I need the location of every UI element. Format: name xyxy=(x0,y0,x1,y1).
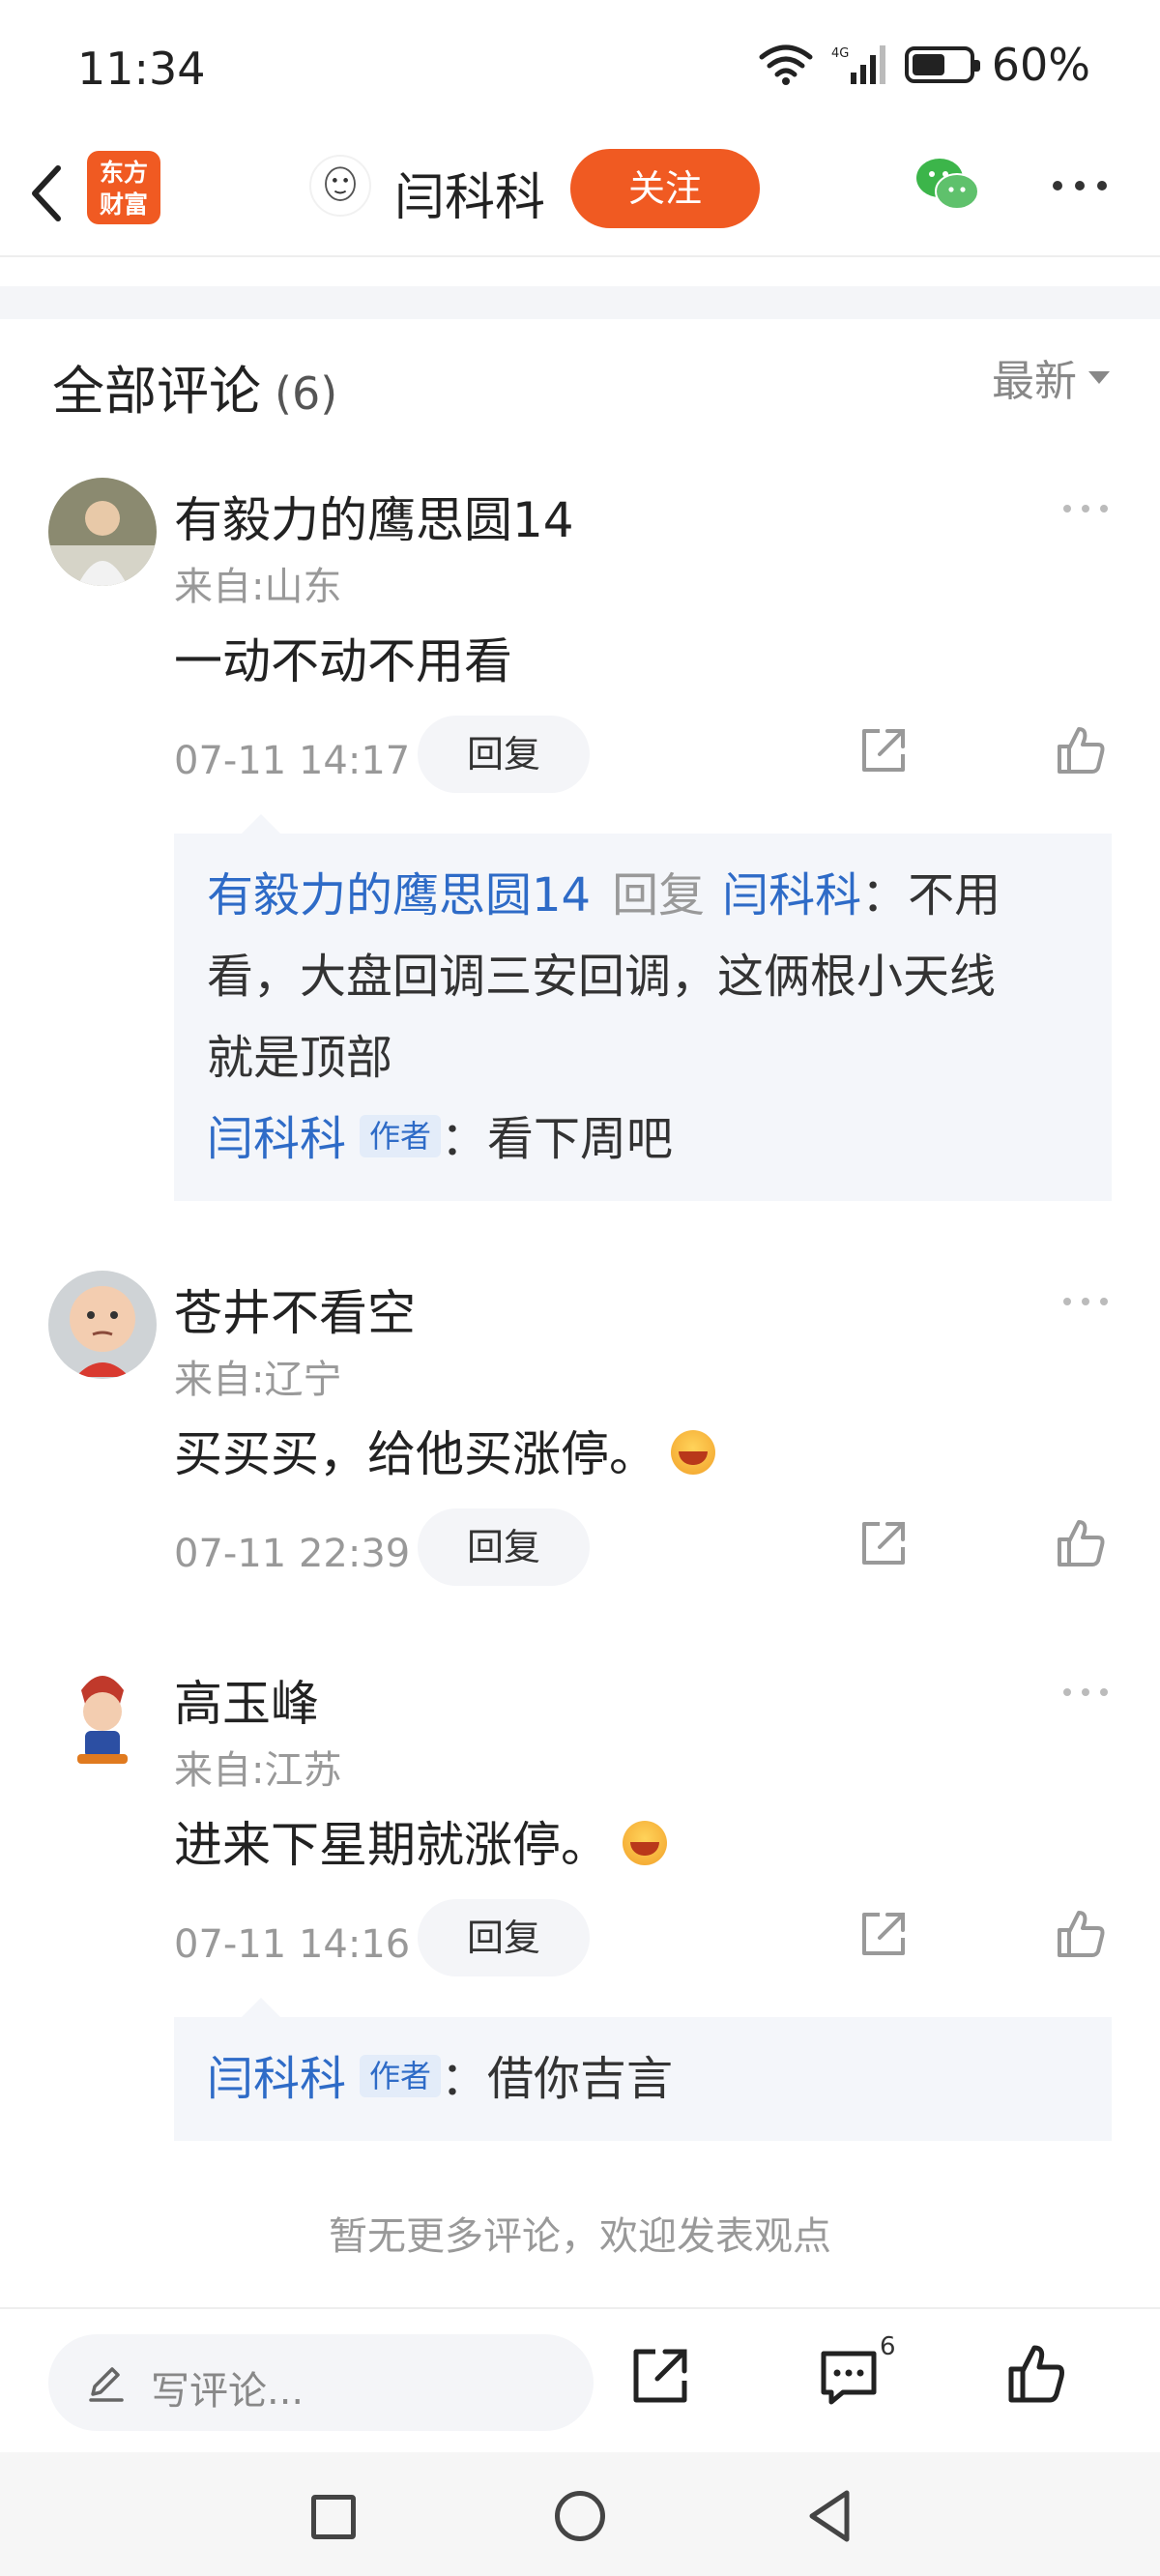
comment-item: 高玉峰 来自:江苏 进来下星期就涨停。 07-11 14:16 回复 闫科科 作者… xyxy=(0,1661,1160,2145)
comment-input[interactable]: 写评论... xyxy=(48,2334,594,2431)
reply-text: ：借你吉言 xyxy=(441,2052,674,2106)
thumbs-up-icon[interactable] xyxy=(1054,1516,1108,1570)
battery-icon xyxy=(904,46,980,83)
reply-text-continued: 就是顶部 xyxy=(207,1031,393,1085)
reply-username[interactable]: 闫科科 xyxy=(207,1112,346,1166)
comments-header: 全部评论 (6) 最新 xyxy=(0,319,1160,445)
wechat-share-icon[interactable] xyxy=(913,153,982,217)
comment-bubble-icon[interactable] xyxy=(818,2348,880,2408)
comment-text: 买买买，给他买涨停。 xyxy=(174,1416,715,1485)
reply-item[interactable]: 闫科科 作者 ：看下周吧 xyxy=(207,1098,1079,1180)
share-icon[interactable] xyxy=(858,1518,909,1568)
comment-time: 07-11 22:39 xyxy=(174,1532,411,1576)
status-bar: 11:34 4G 60% xyxy=(0,0,1160,135)
author-badge: 作者 xyxy=(360,1115,442,1157)
system-back-icon[interactable] xyxy=(802,2487,856,2545)
user-avatar[interactable] xyxy=(48,1661,157,1770)
comment-input-placeholder: 写评论... xyxy=(151,2369,304,2414)
comment-text: 进来下星期就涨停。 xyxy=(174,1806,667,1876)
more-options-icon[interactable] xyxy=(1048,164,1112,207)
comment-text: 一动不动不用看 xyxy=(174,633,512,689)
author-badge: 作者 xyxy=(360,2055,442,2097)
battery-fill xyxy=(912,54,945,75)
bottom-action-bar: 写评论... 6 xyxy=(0,2307,1160,2452)
app-logo-line1: 东方 xyxy=(99,159,148,187)
comment-location: 来自:山东 xyxy=(174,565,342,609)
reply-username[interactable]: 闫科科 xyxy=(207,2052,346,2106)
follow-button[interactable]: 关注 xyxy=(570,149,760,228)
comment-username[interactable]: 有毅力的鹰思圆14 xyxy=(174,482,574,551)
comments-title: 全部评论 (6) xyxy=(52,348,337,424)
cellular-signal-icon: 4G xyxy=(831,45,885,84)
reply-text: ：看下周吧 xyxy=(441,1112,674,1166)
comment-location: 来自:辽宁 xyxy=(174,1358,342,1402)
status-time: 11:34 xyxy=(77,43,206,95)
author-avatar[interactable] xyxy=(309,155,371,217)
comment-location: 来自:江苏 xyxy=(174,1748,342,1793)
reply-thread: 闫科科 作者 ：借你吉言 xyxy=(174,1998,1112,2141)
pencil-icon xyxy=(89,2367,124,2402)
thumbs-up-icon[interactable] xyxy=(1054,723,1108,777)
comment-item: 有毅力的鹰思圆14 来自:山东 一动不动不用看 07-11 14:17 回复 有… xyxy=(0,478,1160,1213)
reply-username[interactable]: 有毅力的鹰思圆14 xyxy=(207,868,591,922)
app-logo[interactable]: 东方 财富 xyxy=(87,151,160,224)
user-avatar[interactable] xyxy=(48,478,157,586)
reply-item[interactable]: 有毅力的鹰思圆14 回复 闫科科：不用 xyxy=(207,855,1079,936)
reply-button[interactable]: 回复 xyxy=(418,1899,590,1976)
reply-verb: 回复 xyxy=(612,868,706,922)
comment-text-content: 进来下星期就涨停。 xyxy=(174,1817,609,1873)
comment-text-content: 买买买，给他买涨停。 xyxy=(174,1426,657,1482)
back-arrow-icon[interactable] xyxy=(21,155,75,232)
reply-target-username[interactable]: 闫科科 xyxy=(722,868,861,922)
status-icons: 4G 60% xyxy=(758,39,1090,91)
share-icon[interactable] xyxy=(858,1909,909,1959)
battery-percent: 60% xyxy=(991,39,1090,91)
laughing-emoji-icon xyxy=(671,1430,715,1475)
recent-apps-icon[interactable] xyxy=(311,2495,356,2539)
author-name[interactable]: 闫科科 xyxy=(394,157,545,229)
reply-button[interactable]: 回复 xyxy=(418,1508,590,1586)
comment-username[interactable]: 高玉峰 xyxy=(174,1665,319,1735)
comments-count: (6) xyxy=(275,367,338,420)
user-avatar[interactable] xyxy=(48,1271,157,1379)
system-navigation-bar xyxy=(0,2452,1160,2576)
comment-more-icon[interactable] xyxy=(1059,1684,1112,1700)
thumbs-up-icon[interactable] xyxy=(1005,2342,1067,2406)
comment-more-icon[interactable] xyxy=(1059,1294,1112,1309)
comment-time: 07-11 14:16 xyxy=(174,1922,411,1967)
comment-count-badge: 6 xyxy=(880,2332,896,2361)
wifi-icon xyxy=(759,44,813,85)
reply-text-continued: 看，大盘回调三安回调，这俩根小天线 xyxy=(207,950,997,1004)
section-divider xyxy=(0,286,1160,319)
share-icon[interactable] xyxy=(858,725,909,776)
top-nav-bar: 东方 财富 闫科科 关注 xyxy=(0,135,1160,257)
share-icon[interactable] xyxy=(630,2346,690,2406)
no-more-comments-text: 暂无更多评论，欢迎发表观点 xyxy=(329,2214,831,2259)
caret-down-icon xyxy=(1088,370,1110,384)
thumbs-up-icon[interactable] xyxy=(1054,1907,1108,1961)
reply-item[interactable]: 闫科科 作者 ：借你吉言 xyxy=(207,2038,1079,2120)
comment-item: 苍井不看空 来自:辽宁 买买买，给他买涨停。 07-11 22:39 回复 xyxy=(0,1271,1160,1619)
sort-dropdown[interactable]: 最新 xyxy=(992,346,1110,408)
comment-time: 07-11 14:17 xyxy=(174,739,411,783)
reply-thread: 有毅力的鹰思圆14 回复 闫科科：不用 看，大盘回调三安回调，这俩根小天线 就是顶部… xyxy=(174,814,1112,1201)
comments-title-text: 全部评论 xyxy=(52,361,261,422)
home-icon[interactable] xyxy=(555,2491,605,2541)
comment-more-icon[interactable] xyxy=(1059,501,1112,516)
reply-text: ：不用 xyxy=(861,868,1001,922)
svg-text:4G: 4G xyxy=(831,46,849,61)
laughing-emoji-icon xyxy=(623,1821,667,1865)
sort-label: 最新 xyxy=(992,357,1077,406)
comment-username[interactable]: 苍井不看空 xyxy=(174,1274,416,1344)
reply-button[interactable]: 回复 xyxy=(418,716,590,793)
app-logo-line2: 财富 xyxy=(99,190,148,219)
